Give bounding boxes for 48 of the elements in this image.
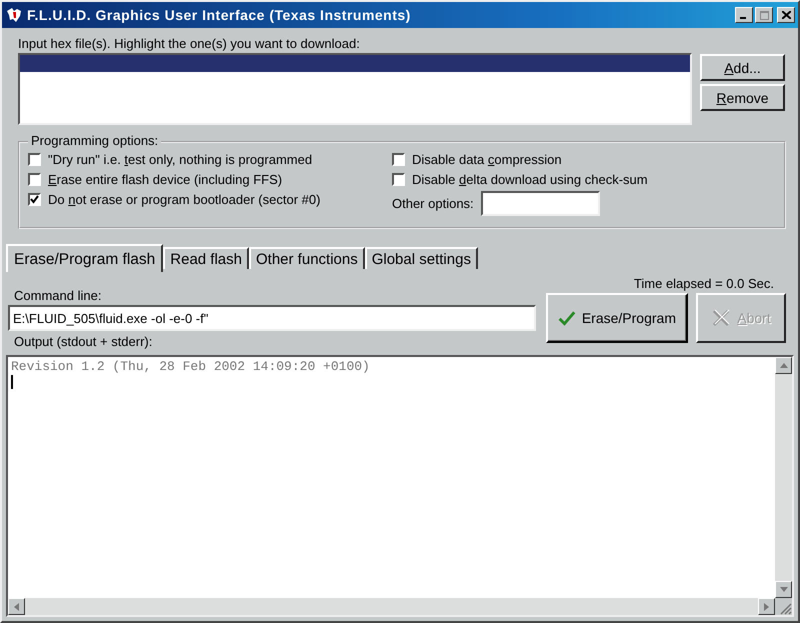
time-elapsed: Time elapsed = 0.0 Sec. [634, 276, 774, 291]
scroll-right-button[interactable] [758, 598, 775, 615]
scroll-down-button[interactable] [775, 581, 792, 598]
check-icon [30, 194, 39, 204]
checkbox-label: "Dry run" i.e. test only, nothing is programmed [48, 152, 312, 166]
checkbox[interactable] [28, 172, 41, 186]
window-title: F.L.U.I.D. Graphics User Interface (Texas Instruments) [27, 7, 412, 23]
horizontal-scrollbar[interactable] [8, 598, 775, 615]
checkbox[interactable] [28, 152, 41, 166]
tab[interactable]: Other functions [249, 247, 365, 269]
left-arrow-icon [14, 602, 19, 610]
checkbox-label: Disable data compression [412, 152, 562, 166]
maximize-icon [760, 10, 768, 20]
group-title: Programming options: [28, 133, 162, 148]
minimize-button[interactable] [735, 7, 753, 23]
command-line-field[interactable]: E:\FLUID_505\fluid.exe -ol -e-0 -f" [8, 305, 536, 331]
text-caret [11, 375, 13, 389]
tab[interactable]: Global settings [364, 247, 478, 269]
tab[interactable]: Erase/Program flash [6, 244, 164, 272]
file-button[interactable]: Add... [700, 54, 785, 81]
down-arrow-icon [780, 587, 788, 592]
up-arrow-icon [780, 363, 788, 368]
command-line-label: Command line: [14, 288, 102, 303]
checkbox[interactable] [392, 152, 405, 166]
checkbox-label: Do not erase or program bootloader (sector #0) [48, 192, 320, 206]
checkbox[interactable] [392, 172, 405, 186]
cross-icon [711, 308, 732, 328]
app-logo-icon [5, 6, 23, 24]
maximize-button[interactable] [755, 7, 773, 23]
other-options-label: Other options: [392, 196, 474, 210]
output-label: Output (stdout + stderr): [14, 334, 154, 349]
output-text: Revision 1.2 (Thu, 28 Feb 2002 14:09:20 +0100) [11, 359, 371, 374]
close-button[interactable] [777, 7, 795, 23]
erase-program-button[interactable]: Erase/Program [546, 293, 688, 343]
other-options-field[interactable] [480, 190, 600, 216]
checkbox-label: Erase entire flash device (including FFS) [48, 172, 282, 186]
checkbox[interactable] [28, 192, 41, 206]
scroll-left-button[interactable] [8, 598, 25, 615]
right-arrow-icon [764, 602, 769, 610]
vertical-scrollbar[interactable] [775, 357, 792, 598]
close-icon [782, 11, 790, 19]
hex-files-label: Input hex file(s). Highlight the one(s) you want to download: [18, 36, 361, 51]
checkbox-label: Disable delta download using check-sum [412, 172, 648, 186]
resize-grip-icon [778, 601, 792, 615]
tab[interactable]: Read flash [163, 247, 249, 269]
file-button[interactable]: Remove [700, 84, 785, 111]
scroll-up-button[interactable] [775, 357, 792, 374]
hex-file-list[interactable] [18, 53, 692, 125]
